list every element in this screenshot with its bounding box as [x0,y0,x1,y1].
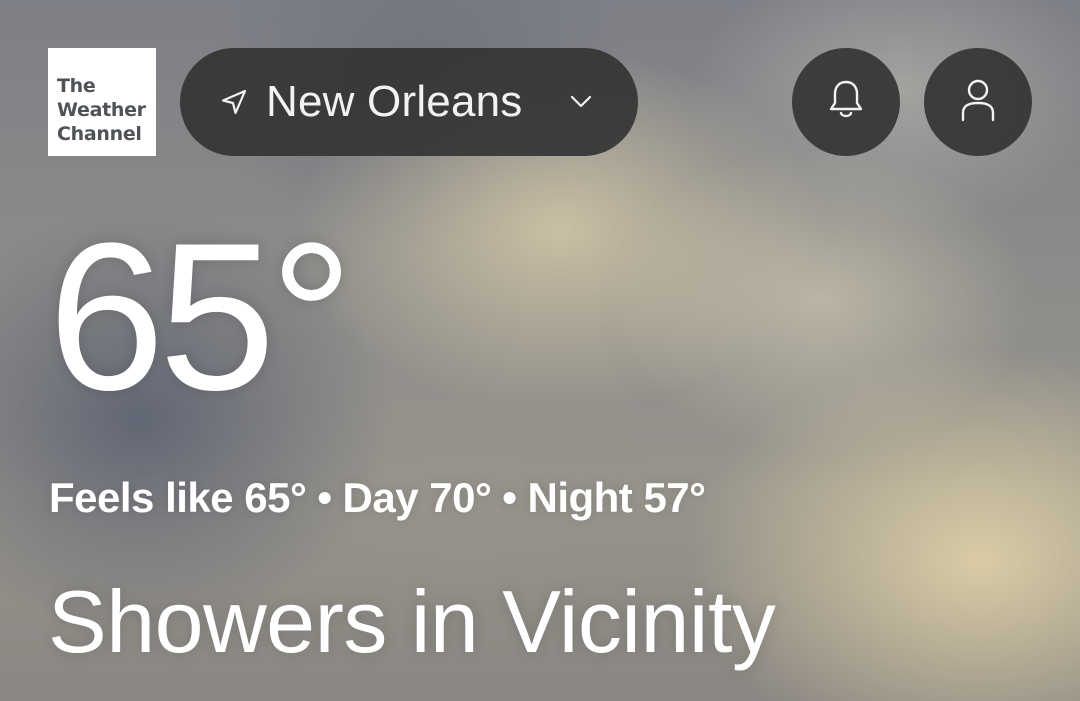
profile-button[interactable] [924,48,1032,156]
separator-dot: • [317,474,332,521]
chevron-down-icon [568,88,594,114]
current-temperature: 65° [48,199,354,434]
feels-like: Feels like 65° [49,474,307,521]
location-name: New Orleans [266,77,523,126]
weather-condition: Showers in Vicinity [48,572,776,671]
user-icon [958,77,998,128]
logo-line-2: Weather [57,99,146,121]
location-arrow-icon [220,87,250,117]
day-high: Day 70° [342,474,492,521]
logo-line-1: The [57,75,96,97]
temperature-summary: Feels like 65° • Day 70° • Night 57° [49,474,706,522]
bell-icon [826,78,866,127]
night-low: Night 57° [527,474,706,521]
weather-channel-logo[interactable]: The Weather Channel [48,48,156,156]
notifications-button[interactable] [792,48,900,156]
logo-line-3: Channel [57,123,142,145]
location-selector[interactable]: New Orleans [180,48,638,156]
separator-dot: • [502,474,517,521]
